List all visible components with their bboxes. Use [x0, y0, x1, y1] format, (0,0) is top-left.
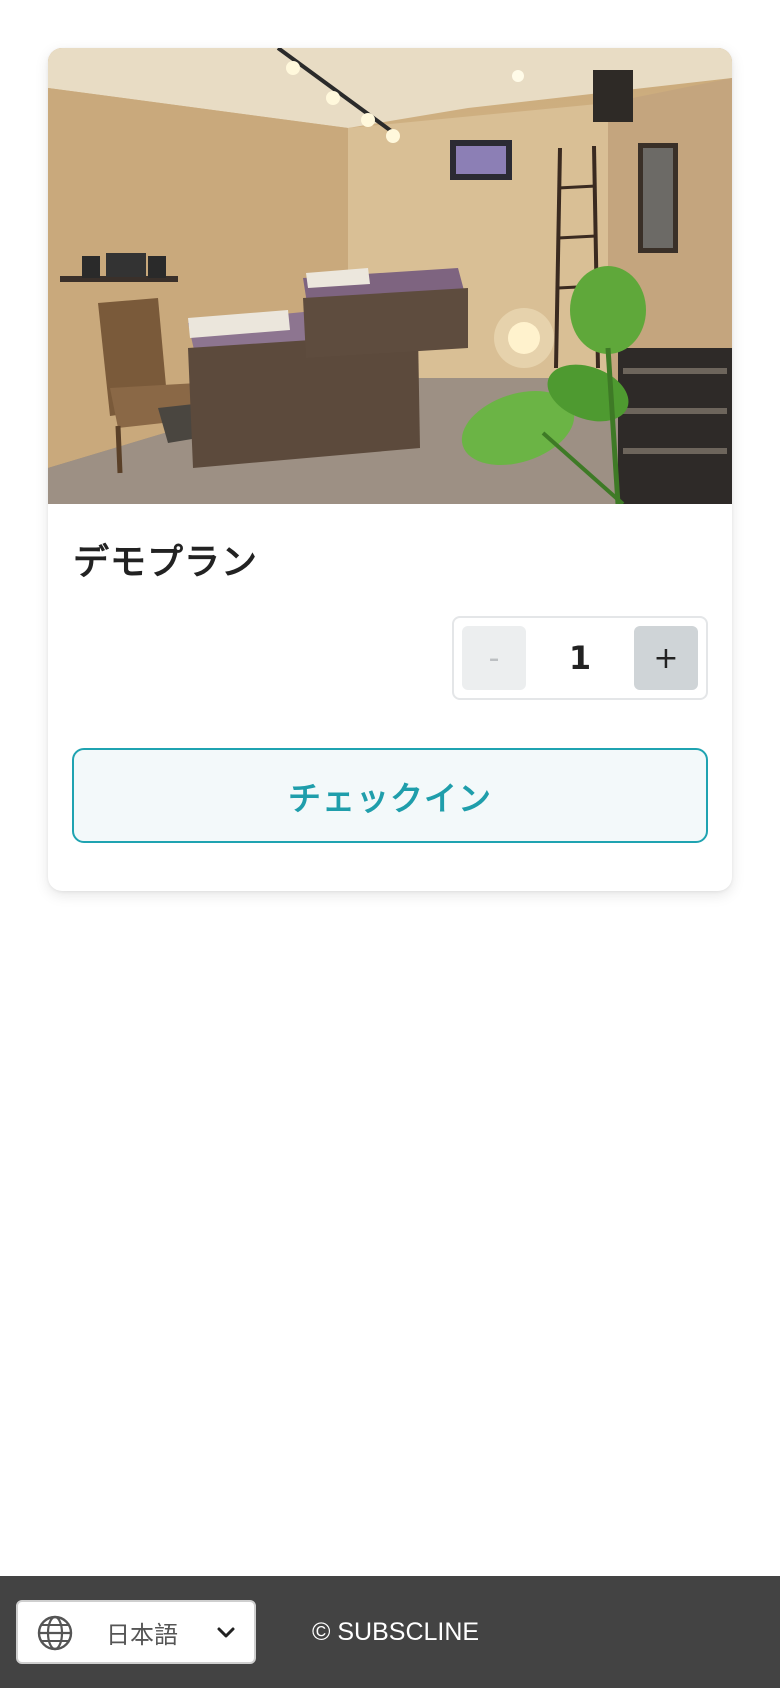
footer: 日本語 © SUBSCLINE [0, 1576, 780, 1688]
plan-card: デモプラン - 1 + チェックイン [48, 48, 732, 891]
globe-icon [37, 1615, 73, 1651]
increment-button[interactable]: + [634, 626, 698, 690]
quantity-value: 1 [568, 639, 592, 677]
chevron-down-icon [217, 1627, 235, 1638]
language-label: 日本語 [106, 1620, 178, 1649]
quantity-stepper: - 1 + [452, 616, 708, 700]
language-select[interactable]: 日本語 [16, 1600, 256, 1664]
room-illustration [48, 48, 732, 504]
page: デモプラン - 1 + チェックイン 日本語 © SUBSCLINE [0, 0, 780, 1688]
decrement-button[interactable]: - [462, 626, 526, 690]
plan-title: デモプラン [73, 542, 259, 583]
copyright-text: © SUBSCLINE [312, 1617, 480, 1646]
plan-image [48, 48, 732, 504]
checkin-button[interactable]: チェックイン [72, 748, 708, 843]
